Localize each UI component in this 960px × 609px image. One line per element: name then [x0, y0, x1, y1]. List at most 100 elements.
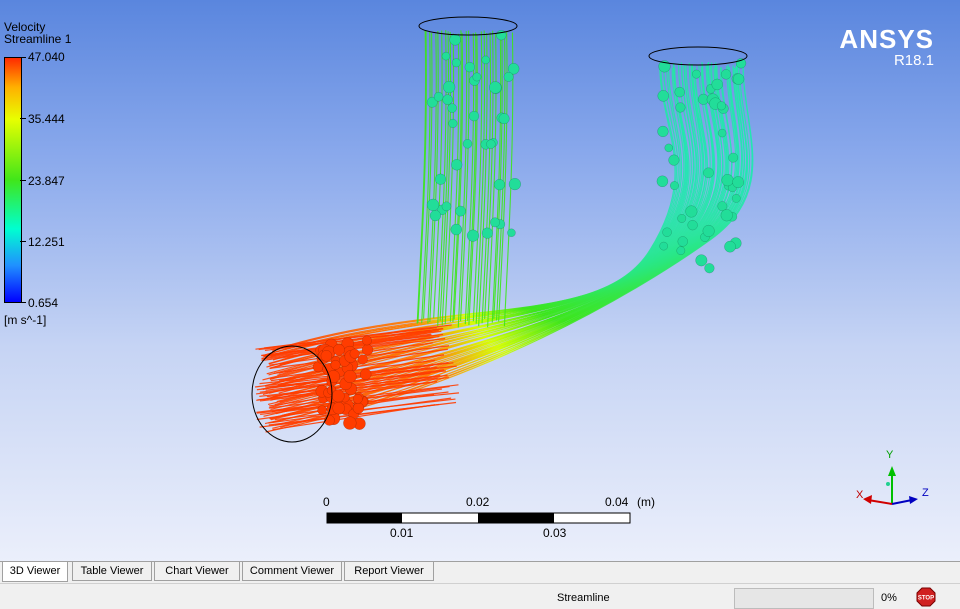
streamline — [279, 63, 692, 366]
particle — [732, 73, 745, 85]
tab-chart-viewer[interactable]: Chart Viewer — [154, 562, 240, 581]
scale-bar — [326, 512, 631, 524]
status-bar: Streamline 0% STOP — [0, 583, 960, 609]
particle — [462, 139, 473, 149]
particle — [441, 51, 451, 61]
particle — [447, 103, 457, 113]
particle — [704, 263, 715, 274]
stop-icon[interactable]: STOP — [916, 587, 936, 607]
particle — [352, 393, 363, 404]
particle — [662, 227, 672, 237]
particle — [735, 58, 747, 69]
particle — [507, 228, 516, 238]
particle — [716, 101, 726, 111]
particle — [343, 416, 357, 430]
tab-report-viewer[interactable]: Report Viewer — [344, 562, 434, 581]
particle — [669, 181, 679, 191]
scale-label: 0 — [323, 495, 330, 509]
tab-table-viewer[interactable]: Table Viewer — [72, 562, 152, 581]
particle — [433, 91, 444, 102]
particle — [448, 118, 458, 129]
x-axis-arrow — [863, 495, 872, 504]
particle — [664, 143, 674, 153]
particle — [657, 90, 670, 102]
legend-unit: [m s^-1] — [4, 313, 47, 327]
particle — [675, 102, 686, 113]
particle — [442, 94, 453, 105]
legend-value: 23.847 — [28, 174, 65, 188]
particle — [677, 213, 687, 223]
particle — [498, 113, 510, 125]
legend-value: 12.251 — [28, 235, 65, 249]
legend-tick — [20, 241, 26, 242]
particle — [449, 33, 461, 46]
particle — [676, 246, 686, 256]
scale-bar-segment — [478, 513, 554, 523]
particle — [442, 80, 456, 94]
status-text: Streamline — [557, 592, 610, 604]
y-axis-label: Y — [886, 449, 894, 461]
particle — [687, 219, 698, 231]
x-axis-line — [867, 499, 893, 505]
scale-label: 0.02 — [466, 495, 490, 509]
particle — [317, 405, 328, 416]
progress-text: 0% — [881, 592, 897, 604]
particle — [451, 159, 463, 171]
particle — [472, 72, 482, 82]
particle — [330, 359, 341, 370]
particle — [702, 224, 715, 238]
x-axis-label: X — [856, 489, 864, 501]
brand-name: ANSYS — [839, 24, 934, 54]
streamline — [266, 62, 695, 368]
particle — [659, 241, 669, 251]
particle — [721, 174, 734, 187]
particle — [332, 401, 345, 415]
y-axis-arrow — [888, 466, 896, 476]
particle — [349, 348, 360, 359]
particle — [720, 69, 732, 80]
particle — [674, 86, 686, 98]
particle — [732, 176, 745, 189]
outlet-1-boundary — [418, 16, 518, 36]
particle — [490, 217, 500, 228]
particle — [711, 78, 723, 91]
scale-label: 0.01 — [390, 526, 414, 540]
z-axis-line — [891, 499, 913, 505]
particle — [429, 209, 441, 222]
z-axis-label: Z — [922, 487, 929, 499]
progress-bar — [734, 588, 874, 609]
particle — [508, 177, 521, 191]
particle — [695, 254, 708, 267]
streamline — [269, 66, 707, 380]
particle — [464, 61, 476, 73]
streamline-scene: Y Z X — [251, 16, 929, 524]
legend-tick — [20, 118, 26, 119]
particle — [481, 227, 493, 239]
scale-unit: (m) — [637, 495, 655, 509]
particle — [333, 343, 345, 356]
particle — [450, 223, 463, 236]
ansys-logo: ANSYS R18.1 — [839, 25, 934, 69]
particle — [357, 354, 368, 365]
tab-comment-viewer[interactable]: Comment Viewer — [242, 562, 342, 581]
streamline — [263, 63, 681, 356]
scale-label: 0.03 — [543, 526, 567, 540]
3d-viewer-canvas[interactable]: Y Z X Velocity Streamline 1 47.040 35.44… — [0, 0, 960, 561]
legend-tick — [20, 57, 26, 58]
particle — [728, 152, 739, 163]
particle — [320, 350, 333, 362]
axis-origin-dot — [886, 482, 890, 486]
particle — [426, 198, 440, 212]
legend-tick — [20, 302, 26, 303]
particle — [451, 58, 461, 68]
particle — [466, 229, 480, 242]
particle — [703, 167, 714, 179]
particle — [434, 173, 447, 185]
tab-3d-viewer[interactable]: 3D Viewer — [2, 562, 68, 582]
particle — [468, 110, 480, 122]
particle — [657, 125, 669, 138]
scale-bar-segment — [327, 513, 402, 523]
particle — [343, 369, 357, 384]
particle — [717, 128, 727, 138]
particle — [362, 335, 372, 346]
